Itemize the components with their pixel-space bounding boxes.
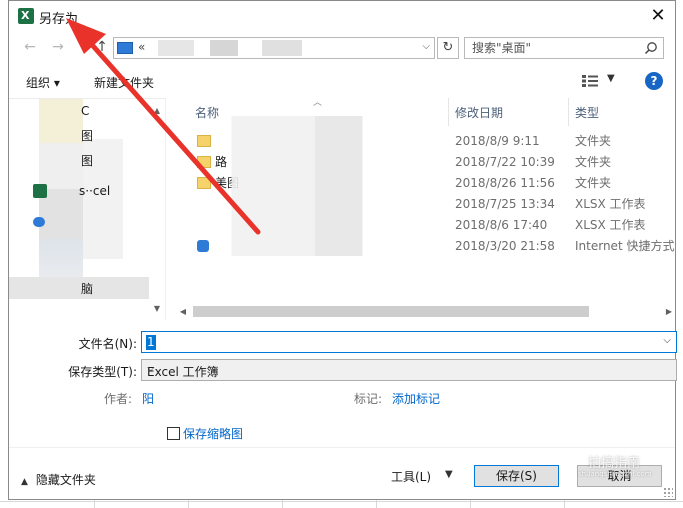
add-tags-link[interactable]: 添加标记 bbox=[392, 390, 440, 407]
save-as-dialog: 另存为 ✕ ← → ⌄ ↑ « ⌵ ↻ 组织 ▾ 新建文件夹 bbox=[8, 0, 677, 500]
nav-item[interactable]: 图 bbox=[81, 152, 93, 169]
hide-folders-toggle[interactable]: ▲ 隐藏文件夹 bbox=[21, 471, 96, 488]
file-type: 文件夹 bbox=[575, 134, 612, 148]
nav-item-label: 脑 bbox=[81, 282, 94, 296]
file-type: 文件夹 bbox=[575, 176, 612, 190]
search-icon[interactable] bbox=[644, 41, 658, 55]
breadcrumb-overflow[interactable]: « bbox=[138, 40, 145, 54]
nav-item-this-pc[interactable]: 脑 bbox=[9, 277, 149, 299]
save-thumbnail-checkbox[interactable] bbox=[167, 427, 180, 440]
new-folder-button[interactable]: 新建文件夹 bbox=[94, 74, 154, 91]
save-thumbnail-label[interactable]: 保存缩略图 bbox=[183, 425, 243, 442]
grid-line bbox=[0, 501, 683, 502]
file-date: 2018/7/25 13:34 bbox=[455, 197, 555, 211]
hide-folders-label: 隐藏文件夹 bbox=[35, 473, 96, 487]
view-options-icon[interactable] bbox=[581, 74, 599, 88]
file-date: 2018/7/22 10:39 bbox=[455, 155, 555, 169]
navigation-blurred bbox=[39, 99, 83, 299]
filetype-select[interactable]: Excel 工作簿 ⌵ bbox=[141, 359, 677, 381]
file-date: 2018/8/26 11:56 bbox=[455, 176, 555, 190]
scroll-right-icon[interactable]: ▶ bbox=[661, 303, 677, 320]
search-box[interactable] bbox=[464, 37, 664, 59]
scroll-down-icon[interactable]: ▼ bbox=[149, 301, 165, 317]
file-type: 文件夹 bbox=[575, 155, 612, 169]
file-type: Internet 快捷方式 bbox=[575, 239, 675, 253]
up-arrow-icon[interactable]: ↑ bbox=[93, 38, 111, 56]
refresh-icon: ↻ bbox=[442, 40, 454, 55]
sort-caret-icon: ︿ bbox=[313, 98, 323, 108]
scroll-up-icon[interactable]: ▲ bbox=[149, 103, 165, 119]
window-title: 另存为 bbox=[39, 12, 79, 27]
file-type: XLSX 工作表 bbox=[575, 197, 646, 211]
close-button[interactable]: ✕ bbox=[645, 4, 671, 28]
column-header-type[interactable]: 类型 bbox=[575, 98, 599, 128]
forward-arrow-icon[interactable]: → bbox=[49, 38, 67, 56]
resize-grip[interactable] bbox=[663, 487, 673, 497]
computer-icon bbox=[117, 42, 133, 54]
organize-button[interactable]: 组织 ▾ bbox=[26, 74, 60, 91]
nav-item[interactable]: s··cel bbox=[79, 184, 110, 198]
address-bar[interactable]: « ⌵ bbox=[113, 37, 435, 59]
column-separator[interactable] bbox=[568, 98, 569, 126]
filename-label: 文件名(N): bbox=[78, 337, 137, 351]
filename-input[interactable]: 1 ⌵ bbox=[141, 331, 677, 353]
site-watermark: 拍搞指南 shuangshilanzhi.com bbox=[568, 448, 668, 488]
filename-value: 1 bbox=[146, 335, 156, 350]
chevron-down-icon[interactable]: ⌵ bbox=[663, 335, 671, 346]
save-button[interactable]: 保存(S) bbox=[474, 465, 559, 487]
title-bar: 另存为 ✕ bbox=[9, 1, 675, 32]
navigation-pane: C 图 图 s··cel 脑 ▲ ▼ bbox=[9, 98, 165, 320]
pane-divider[interactable] bbox=[165, 98, 166, 320]
tools-dropdown-icon[interactable]: ▼ bbox=[445, 469, 453, 480]
search-input[interactable] bbox=[465, 38, 635, 58]
nav-item[interactable]: C bbox=[81, 104, 89, 118]
horizontal-scrollbar[interactable]: ◀ ▶ bbox=[175, 303, 677, 320]
tags-label: 标记: bbox=[354, 392, 383, 406]
tools-button[interactable]: 工具(L) bbox=[391, 468, 431, 485]
chevron-up-icon: ▲ bbox=[21, 477, 28, 487]
scroll-left-icon[interactable]: ◀ bbox=[175, 303, 191, 320]
column-header-date[interactable]: 修改日期 bbox=[455, 98, 503, 128]
command-toolbar: 组织 ▾ 新建文件夹 ▼ ? bbox=[9, 67, 675, 97]
view-dropdown-icon[interactable]: ▼ bbox=[607, 73, 615, 84]
file-date: 2018/3/20 21:58 bbox=[455, 239, 555, 253]
refresh-button[interactable]: ↻ bbox=[437, 37, 459, 59]
file-list: ︿ 名称 修改日期 类型 2018/8/9 9:11 文件夹 路 2018/7/… bbox=[175, 98, 677, 308]
scroll-thumb[interactable] bbox=[193, 306, 589, 317]
author-value[interactable]: 阳 bbox=[142, 390, 154, 407]
watermark-sub: shuangshilanzhi.com bbox=[578, 470, 652, 478]
file-date: 2018/8/9 9:11 bbox=[455, 134, 540, 148]
onedrive-icon bbox=[33, 217, 45, 227]
excel-file-icon bbox=[33, 184, 47, 198]
back-arrow-icon[interactable]: ← bbox=[21, 38, 39, 56]
chevron-down-icon[interactable]: ⌵ bbox=[422, 41, 430, 52]
file-date: 2018/8/6 17:40 bbox=[455, 218, 548, 232]
file-type: XLSX 工作表 bbox=[575, 218, 646, 232]
excel-app-icon bbox=[18, 8, 34, 24]
author-label: 作者: bbox=[104, 392, 133, 406]
nav-item[interactable]: 图 bbox=[81, 127, 93, 144]
file-names-blurred bbox=[201, 116, 391, 256]
watermark-main: 拍搞指南 bbox=[588, 456, 641, 471]
filetype-label: 保存类型(T): bbox=[68, 365, 137, 379]
chevron-down-icon[interactable]: ⌵ bbox=[147, 363, 670, 374]
address-row: ← → ⌄ ↑ « ⌵ ↻ bbox=[9, 34, 675, 62]
nav-scrollbar[interactable]: ▲ ▼ bbox=[149, 99, 165, 321]
help-icon[interactable]: ? bbox=[645, 72, 663, 90]
breadcrumb-blurred bbox=[158, 40, 358, 56]
column-separator[interactable] bbox=[448, 98, 449, 126]
